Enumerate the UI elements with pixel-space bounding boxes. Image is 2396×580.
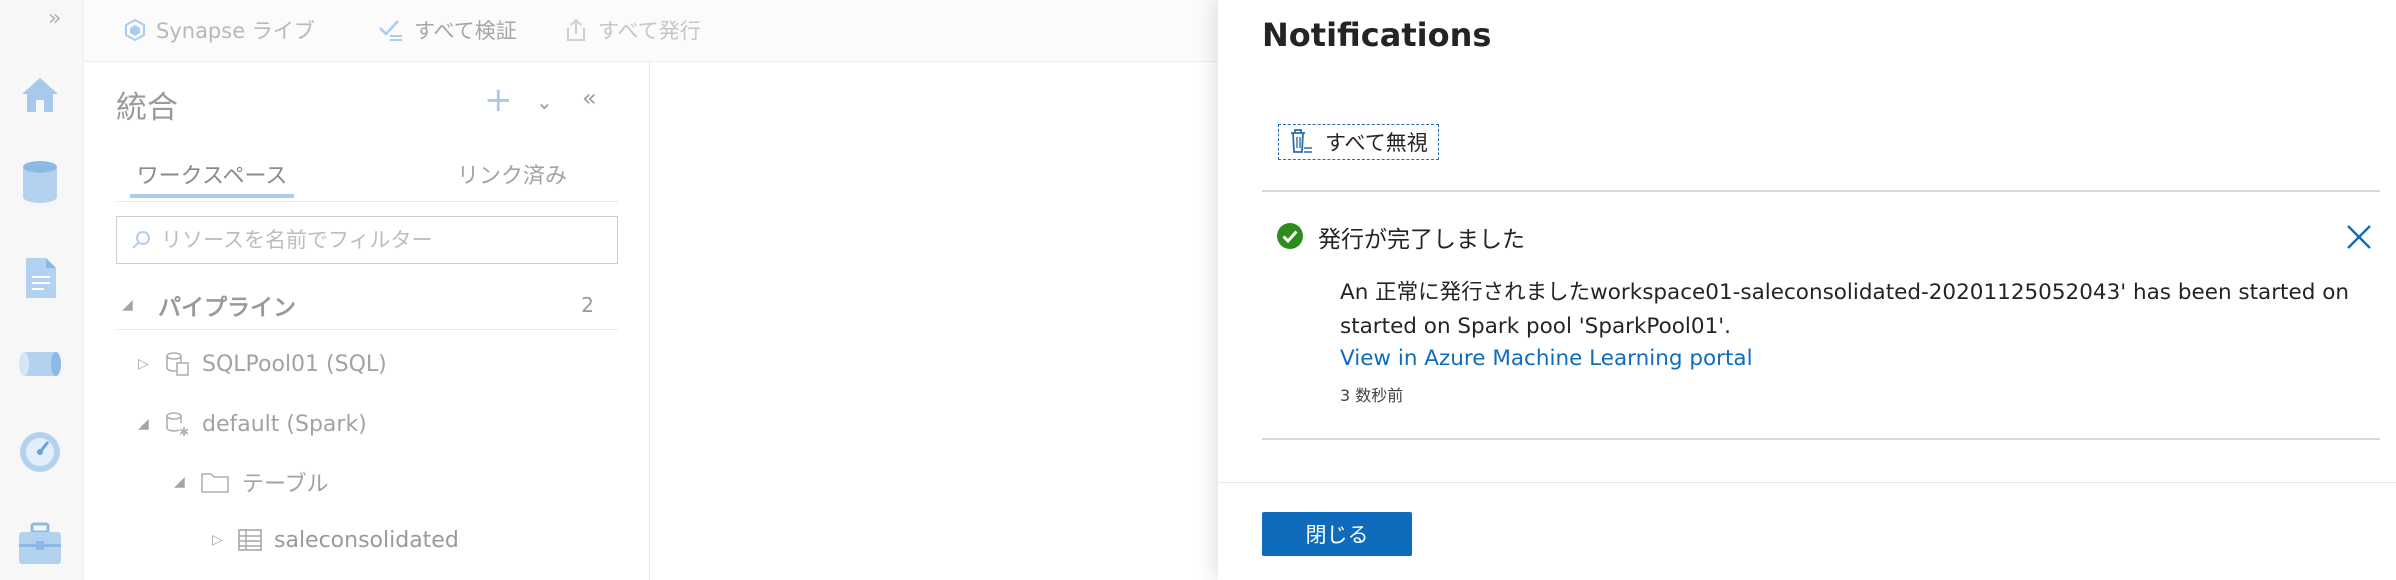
rail-item-data[interactable]: [12, 154, 68, 210]
notification-divider-bottom: [1262, 438, 2380, 440]
search-icon: [132, 231, 150, 249]
synapse-library-label: Synapse ライブ: [156, 19, 315, 43]
validate-all-button[interactable]: すべて検証: [378, 14, 517, 46]
notification-message: An 正常に発行されましたworkspace01-saleconsolidate…: [1340, 276, 2350, 344]
success-check-icon: [1277, 223, 1303, 249]
notification-item: 発行が完了しました An 正常に発行されましたworkspace01-salec…: [1262, 192, 2380, 438]
publish-all-button[interactable]: すべて発行: [564, 14, 701, 46]
rail-item-home[interactable]: [12, 66, 68, 122]
close-button[interactable]: 閉じる: [1262, 512, 1412, 556]
rail-item-integrate[interactable]: [12, 336, 68, 392]
pipeline-icon: [19, 352, 61, 376]
tree-item-sqlpool01[interactable]: ▷ SQLPool01 (SQL): [138, 344, 387, 384]
tree-item-label: SQLPool01 (SQL): [202, 351, 387, 377]
double-chevron-right-icon[interactable]: »: [48, 6, 61, 31]
footer-separator: [1218, 482, 2396, 483]
database-icon: [23, 161, 57, 203]
notification-title: 発行が完了しました: [1318, 227, 1525, 253]
close-icon[interactable]: [2346, 224, 2372, 250]
dismiss-all-label: すべて無視: [1325, 131, 1428, 155]
toolbox-icon: [19, 522, 61, 564]
folder-icon: [201, 473, 229, 493]
expanded-caret-icon: ◢: [122, 296, 133, 313]
tree-item-default-spark[interactable]: ◢ ✱ default (Spark): [138, 404, 367, 444]
tree-item-label: saleconsolidated: [274, 527, 459, 553]
notification-message-line2: started on Spark pool 'SparkPool01'.: [1340, 314, 1732, 339]
monitor-gauge-icon: [20, 432, 60, 472]
tab-linked-label: リンク済み: [456, 164, 567, 189]
panel-title: Notifications: [1262, 16, 1492, 54]
table-icon: [238, 529, 262, 551]
tree-item-tables[interactable]: ◢ テーブル: [174, 462, 329, 502]
resource-filter-input[interactable]: [161, 228, 601, 252]
synapse-icon: [125, 19, 145, 41]
document-icon: [26, 258, 56, 298]
expanded-caret-icon: ◢: [138, 416, 149, 432]
sql-database-icon: [166, 352, 189, 376]
azure-ml-portal-link[interactable]: View in Azure Machine Learning portal: [1340, 346, 1753, 371]
notifications-panel: Notifications すべて無視 発行が完了しました An 正常に発行され…: [1218, 0, 2396, 580]
collapsed-caret-icon: ▷: [212, 532, 223, 548]
expanded-caret-icon: ◢: [174, 474, 185, 490]
notification-time: 3 数秒前: [1340, 386, 1404, 405]
section-pipelines[interactable]: ◢ パイプライン 2: [116, 280, 618, 330]
resource-filter[interactable]: [116, 216, 618, 264]
collapse-pane-icon[interactable]: «: [582, 84, 597, 112]
integrate-explorer: 統合 + ⌄ « ワークスペース リンク済み ◢ パイプライン 2 ▷ SQLP…: [84, 62, 650, 580]
tab-linked[interactable]: リンク済み: [430, 158, 594, 198]
explorer-title: 統合: [116, 90, 178, 126]
rail-item-manage[interactable]: [12, 516, 68, 572]
section-pipelines-count: 2: [581, 292, 594, 317]
dismiss-all-button[interactable]: すべて無視: [1278, 124, 1439, 160]
synapse-library-button[interactable]: Synapse ライブ: [124, 14, 315, 46]
editor-canvas: [650, 62, 1218, 580]
publish-all-label: すべて発行: [598, 19, 701, 43]
tabs-divider: [116, 201, 618, 202]
left-nav-rail: »: [0, 0, 84, 580]
collapsed-caret-icon: ▷: [138, 356, 149, 372]
tree-item-label: テーブル: [242, 472, 329, 497]
svg-text:✱: ✱: [179, 425, 189, 437]
home-icon: [22, 78, 58, 112]
top-toolbar: Synapse ライブ すべて検証 すべて発行: [84, 0, 1218, 62]
trash-list-icon: [1291, 129, 1312, 153]
rail-item-develop[interactable]: [12, 250, 68, 306]
section-pipelines-label: パイプライン: [158, 294, 296, 321]
spark-database-icon: ✱: [166, 412, 189, 437]
upload-icon: [567, 18, 585, 41]
checkmark-list-icon: [379, 20, 402, 41]
collapse-all-icon[interactable]: ⌄: [536, 90, 553, 114]
tree-item-label: default (Spark): [202, 411, 367, 437]
tree-item-saleconsolidated[interactable]: ▷ saleconsolidated: [212, 520, 459, 560]
validate-all-label: すべて検証: [414, 19, 517, 43]
add-icon[interactable]: +: [484, 80, 513, 120]
notification-message-line1: An 正常に発行されましたworkspace01-saleconsolidate…: [1340, 280, 2349, 305]
rail-item-monitor[interactable]: [12, 424, 68, 480]
tab-workspace[interactable]: ワークスペース: [130, 158, 294, 198]
tab-workspace-label: ワークスペース: [136, 164, 288, 189]
